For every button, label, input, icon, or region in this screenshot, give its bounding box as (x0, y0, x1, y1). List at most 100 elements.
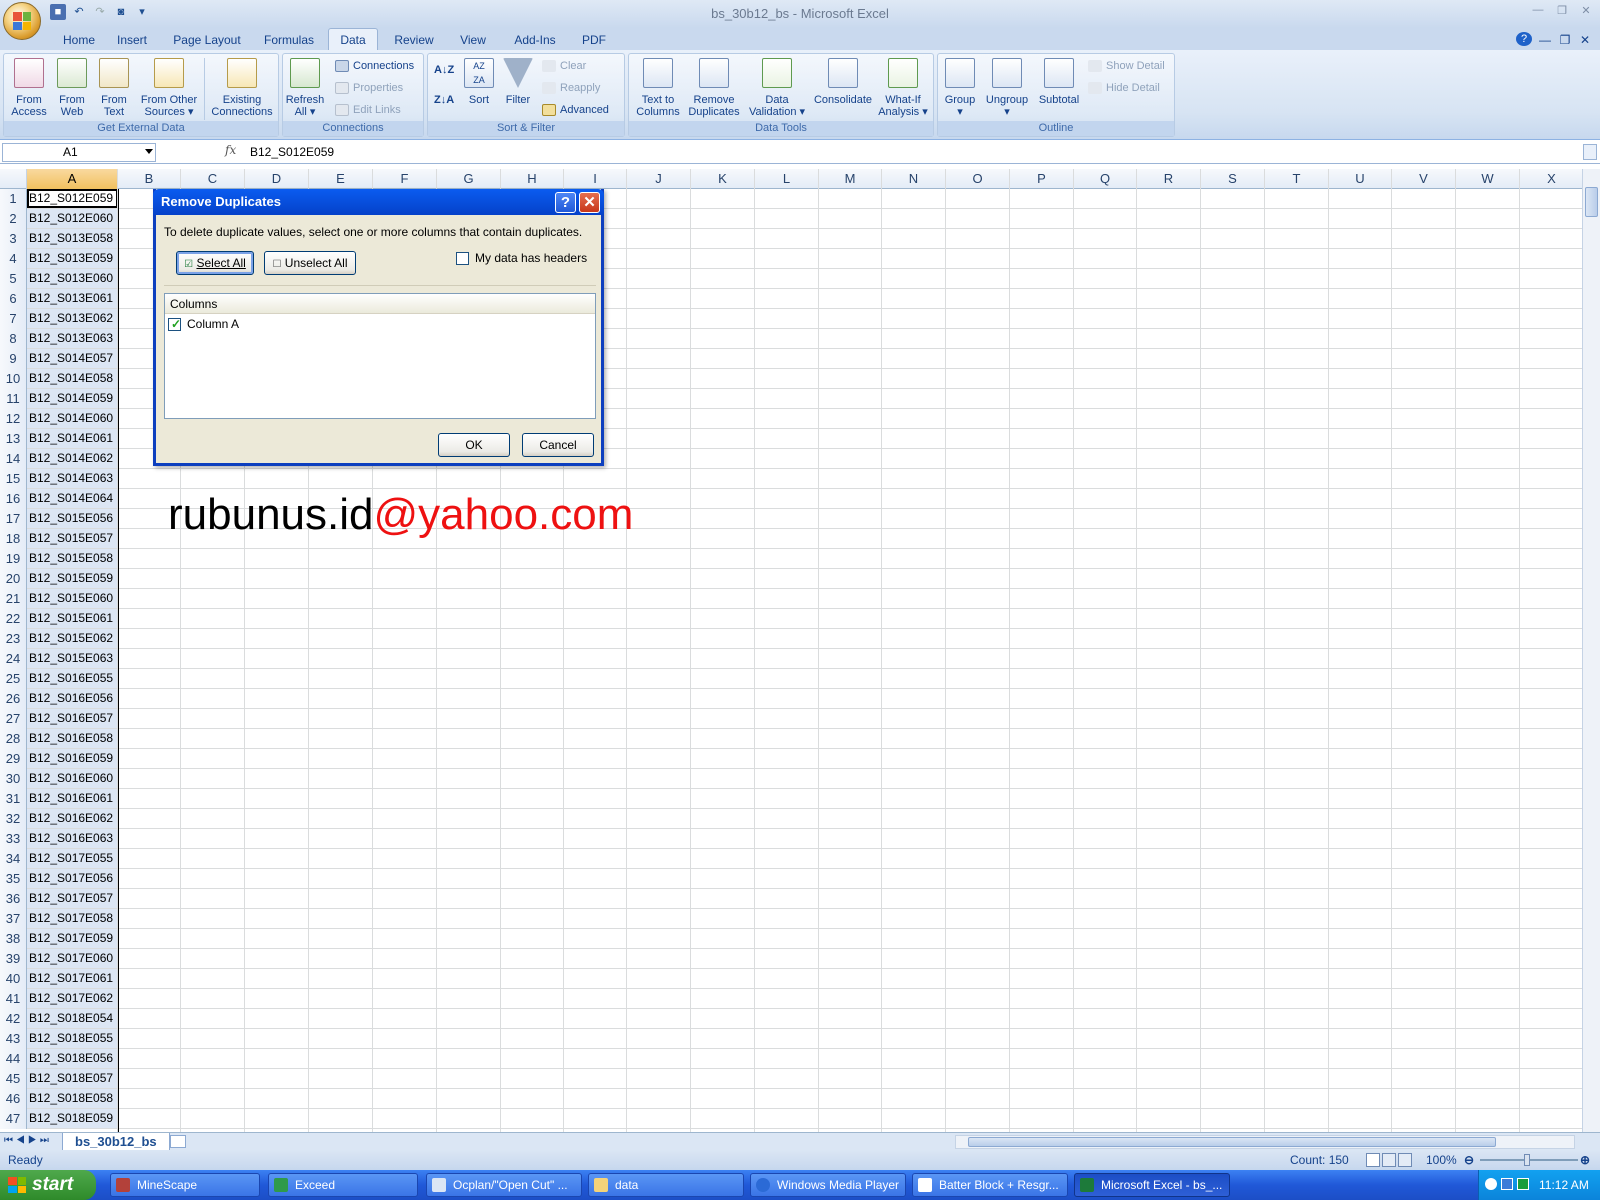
cell-a[interactable]: B12_S014E062 (27, 449, 118, 468)
tab-page-layout[interactable]: Page Layout (170, 31, 244, 51)
column-header-w[interactable]: W (1456, 169, 1520, 189)
column-header-d[interactable]: D (245, 169, 309, 189)
connections-button[interactable]: Connections (335, 60, 414, 72)
office-button[interactable] (3, 2, 41, 40)
sort-button[interactable]: AZ ZA Sort (462, 58, 496, 106)
row-header[interactable]: 17 (0, 509, 27, 529)
from-other-sources-button[interactable]: From Other Sources ▾ (136, 58, 202, 118)
zoom-slider-thumb[interactable] (1524, 1154, 1530, 1166)
row-header[interactable]: 19 (0, 549, 27, 569)
name-box[interactable]: A1 (2, 143, 156, 162)
cell-a[interactable]: B12_S013E058 (27, 229, 118, 248)
cell-a[interactable]: B12_S017E060 (27, 949, 118, 968)
column-header-f[interactable]: F (373, 169, 437, 189)
row-header[interactable]: 38 (0, 929, 27, 949)
cell-a[interactable]: B12_S018E059 (27, 1109, 118, 1128)
row-header[interactable]: 4 (0, 249, 27, 269)
cell-a[interactable]: B12_S014E058 (27, 369, 118, 388)
cell-a[interactable]: B12_S013E063 (27, 329, 118, 348)
cell-a[interactable]: B12_S018E054 (27, 1009, 118, 1028)
tab-data[interactable]: Data (328, 28, 378, 50)
column-header-q[interactable]: Q (1074, 169, 1137, 189)
row-header[interactable]: 30 (0, 769, 27, 789)
row-header[interactable]: 29 (0, 749, 27, 769)
cell-a[interactable]: B12_S016E063 (27, 829, 118, 848)
cell-a[interactable]: B12_S016E062 (27, 809, 118, 828)
cell-a[interactable]: B12_S014E064 (27, 489, 118, 508)
cell-a[interactable]: B12_S013E062 (27, 309, 118, 328)
cell-a[interactable]: B12_S017E062 (27, 989, 118, 1008)
what-if-analysis-button[interactable]: What-If Analysis ▾ (875, 58, 931, 118)
row-header[interactable]: 24 (0, 649, 27, 669)
cell-a[interactable]: B12_S016E057 (27, 709, 118, 728)
taskbar-item-data[interactable]: data (588, 1173, 744, 1197)
cell-a[interactable]: B12_S015E061 (27, 609, 118, 628)
cell-a[interactable]: B12_S018E056 (27, 1049, 118, 1068)
select-all-button[interactable]: ☑ Select All (176, 251, 254, 275)
text-to-columns-button[interactable]: Text to Columns (633, 58, 683, 118)
row-header[interactable]: 33 (0, 829, 27, 849)
row-header[interactable]: 16 (0, 489, 27, 509)
column-header-g[interactable]: G (437, 169, 501, 189)
vertical-scroll-thumb[interactable] (1585, 187, 1598, 217)
column-item[interactable]: ✓ Column A (165, 314, 595, 334)
row-header[interactable]: 28 (0, 729, 27, 749)
antivirus-icon[interactable] (1517, 1178, 1529, 1190)
tab-formulas[interactable]: Formulas (262, 31, 316, 51)
row-header[interactable]: 12 (0, 409, 27, 429)
remove-duplicates-button[interactable]: Remove Duplicates (685, 58, 743, 118)
page-layout-view-icon[interactable] (1382, 1153, 1396, 1167)
vertical-scrollbar[interactable] (1582, 169, 1600, 1132)
column-header-x[interactable]: X (1520, 169, 1582, 189)
network-icon[interactable] (1501, 1178, 1513, 1190)
horizontal-scroll-thumb[interactable] (968, 1137, 1496, 1147)
expand-formula-bar-icon[interactable] (1583, 144, 1597, 160)
headers-checkbox-box[interactable] (456, 251, 469, 265)
reapply-button[interactable]: Reapply (542, 82, 600, 94)
edit-links-button[interactable]: Edit Links (335, 104, 401, 116)
existing-connections-button[interactable]: Existing Connections (208, 58, 276, 118)
cell-a[interactable]: B12_S014E060 (27, 409, 118, 428)
row-header[interactable]: 35 (0, 869, 27, 889)
row-header[interactable]: 1 (0, 189, 27, 209)
row-header[interactable]: 6 (0, 289, 27, 309)
cell-a[interactable]: B12_S017E059 (27, 929, 118, 948)
row-header[interactable]: 22 (0, 609, 27, 629)
cell-a[interactable]: B12_S016E060 (27, 769, 118, 788)
cell-a[interactable]: B12_S016E058 (27, 729, 118, 748)
group-button[interactable]: Group ▾ (942, 58, 978, 118)
cell-a[interactable]: B12_S014E063 (27, 469, 118, 488)
row-header[interactable]: 8 (0, 329, 27, 349)
zoom-in-icon[interactable]: ⊕ (1580, 1153, 1590, 1167)
cell-a[interactable]: B12_S015E057 (27, 529, 118, 548)
tab-view[interactable]: View (456, 31, 490, 51)
cell-a[interactable]: B12_S015E062 (27, 629, 118, 648)
tab-review[interactable]: Review (392, 31, 436, 51)
horizontal-scrollbar[interactable] (955, 1135, 1575, 1149)
dialog-title-bar[interactable]: Remove Duplicates ? ✕ (153, 189, 604, 215)
column-header-p[interactable]: P (1010, 169, 1074, 189)
cell-a[interactable]: B12_S013E059 (27, 249, 118, 268)
row-header[interactable]: 34 (0, 849, 27, 869)
cell-a[interactable]: B12_S015E059 (27, 569, 118, 588)
help-icon[interactable]: ? (1516, 32, 1532, 46)
cell-a[interactable]: B12_S017E055 (27, 849, 118, 868)
subtotal-button[interactable]: Subtotal (1034, 58, 1084, 106)
taskbar-item-excel[interactable]: Microsoft Excel - bs_... (1074, 1173, 1230, 1197)
column-header-m[interactable]: M (819, 169, 882, 189)
cell-a[interactable]: B12_S013E061 (27, 289, 118, 308)
cell-a[interactable]: B12_S016E061 (27, 789, 118, 808)
cell-a[interactable]: B12_S016E059 (27, 749, 118, 768)
clear-button[interactable]: Clear (542, 60, 586, 72)
row-header[interactable]: 3 (0, 229, 27, 249)
row-header[interactable]: 47 (0, 1109, 27, 1129)
properties-button[interactable]: Properties (335, 82, 403, 94)
ribbon-restore-icon[interactable]: ❐ (1558, 31, 1572, 51)
cell-a[interactable]: B12_S012E059 (27, 189, 118, 208)
row-header[interactable]: 13 (0, 429, 27, 449)
dialog-close-icon[interactable]: ✕ (579, 192, 600, 213)
row-header[interactable]: 36 (0, 889, 27, 909)
unselect-all-button[interactable]: ☐ Unselect All (264, 251, 356, 275)
tab-pdf[interactable]: PDF (578, 31, 610, 51)
row-header[interactable]: 20 (0, 569, 27, 589)
